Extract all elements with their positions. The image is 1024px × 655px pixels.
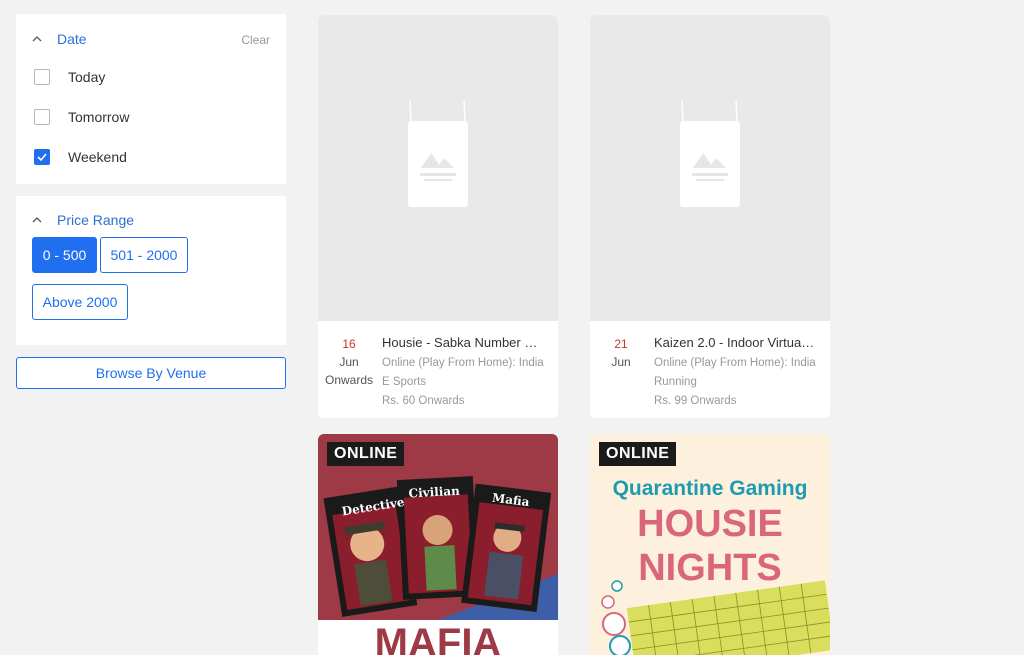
event-card-housie[interactable]: 16 Jun Onwards Housie - Sabka Number … O… [318, 15, 558, 418]
price-filter-header[interactable]: Price Range [30, 212, 134, 228]
checkbox[interactable] [34, 69, 50, 85]
housie-poster-title-line2: NIGHTS [638, 547, 782, 589]
price-filter-title: Price Range [57, 212, 135, 228]
mafia-card-label-civilian: Civilian [408, 484, 460, 501]
chevron-up-icon [32, 36, 42, 42]
event-info: 21 Jun Kaizen 2.0 - Indoor Virtua… Onlin… [590, 327, 830, 418]
date-option-label: Weekend [68, 149, 127, 165]
event-date-month: Jun [339, 355, 359, 369]
event-date-day: 21 [614, 337, 628, 351]
event-card-mafia-poster[interactable]: Detective Civilian Mafia MAFIA ONLINE [318, 434, 558, 655]
event-category: E Sports [382, 376, 427, 388]
event-card-kaizen[interactable]: 21 Jun Kaizen 2.0 - Indoor Virtua… Onlin… [590, 15, 830, 418]
mafia-poster-title: MAFIA [375, 621, 502, 655]
date-option-today[interactable]: Today [34, 69, 105, 85]
date-option-label: Tomorrow [68, 109, 130, 125]
housie-poster-title-line1: HOUSIE [637, 503, 783, 545]
checkbox[interactable] [34, 109, 50, 125]
chevron-up-icon [32, 217, 42, 223]
event-date-suffix: Onwards [324, 373, 374, 387]
housie-poster-subtitle: Quarantine Gaming [613, 477, 808, 500]
image-placeholder-icon [680, 100, 740, 207]
date-option-weekend[interactable]: Weekend [34, 149, 127, 165]
clear-date-button[interactable]: Clear [241, 33, 270, 47]
event-image-placeholder [590, 15, 830, 321]
event-info: 16 Jun Onwards Housie - Sabka Number … O… [318, 327, 558, 418]
date-filter-header[interactable]: Date [30, 31, 87, 47]
event-date-month: Jun [611, 355, 631, 369]
event-date: 21 Jun [590, 335, 652, 371]
online-badge: ONLINE [327, 442, 405, 466]
price-option-501-2000[interactable]: 501 - 2000 [100, 237, 188, 273]
price-filter-panel: Price Range 0 - 500 501 - 2000 Above 200… [16, 196, 286, 345]
event-title[interactable]: Housie - Sabka Number … [382, 335, 550, 350]
housie-poster-image: Quarantine Gaming HOUSIE NIGHTS [590, 434, 830, 655]
event-date: 16 Jun Onwards [318, 335, 380, 389]
online-badge: ONLINE [599, 442, 677, 466]
image-placeholder-icon [408, 100, 468, 207]
date-option-label: Today [68, 69, 106, 85]
event-image-placeholder [318, 15, 558, 321]
checkmark-icon [37, 153, 47, 162]
browse-by-venue-button[interactable]: Browse By Venue [16, 357, 286, 389]
mafia-poster-image: Detective Civilian Mafia MAFIA [318, 434, 558, 655]
date-filter-title: Date [57, 31, 87, 47]
checkbox-checked[interactable] [34, 149, 50, 165]
date-filter-panel: Date Clear Today Tomorrow Weekend [16, 14, 286, 184]
event-card-housie-nights-poster[interactable]: Quarantine Gaming HOUSIE NIGHTS ONLINE [590, 434, 830, 655]
event-date-day: 16 [342, 337, 356, 351]
event-title[interactable]: Kaizen 2.0 - Indoor Virtua… [654, 335, 822, 350]
price-option-0-500[interactable]: 0 - 500 [32, 237, 97, 273]
event-category: Running [654, 376, 697, 388]
event-price: Rs. 99 Onwards [654, 395, 737, 407]
event-venue: Online (Play From Home): India [654, 357, 816, 369]
event-price: Rs. 60 Onwards [382, 395, 465, 407]
price-option-above-2000[interactable]: Above 2000 [32, 284, 128, 320]
date-option-tomorrow[interactable]: Tomorrow [34, 109, 129, 125]
event-venue: Online (Play From Home): India [382, 357, 544, 369]
